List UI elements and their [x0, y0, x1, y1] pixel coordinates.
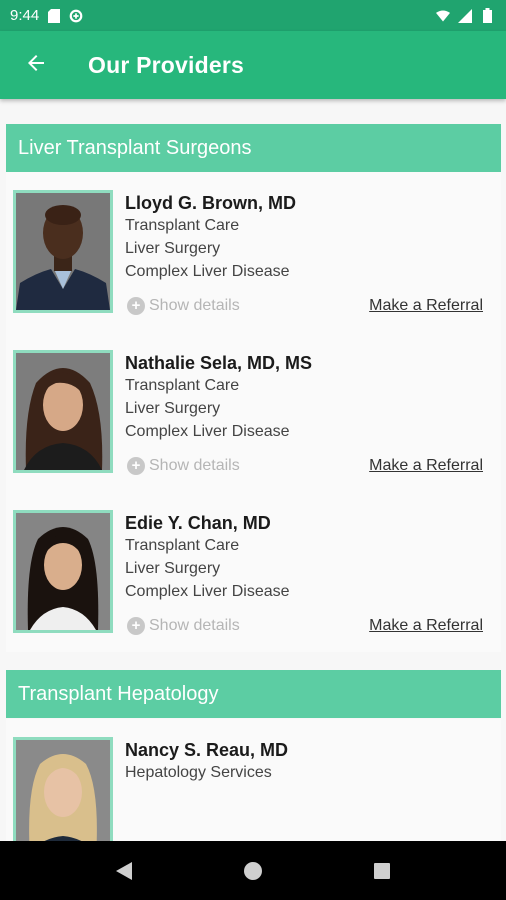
page-title: Our Providers	[88, 51, 244, 78]
sd-card-icon	[47, 8, 61, 23]
provider-card: Nathalie Sela, MD, MS Transplant Care Li…	[6, 332, 501, 492]
provider-card: Edie Y. Chan, MD Transplant Care Liver S…	[6, 492, 501, 652]
back-triangle-icon[interactable]	[112, 859, 136, 883]
plus-circle-icon: +	[127, 617, 145, 635]
provider-card: Nancy S. Reau, MD Hepatology Services	[6, 719, 501, 841]
app-bar: Our Providers	[0, 31, 506, 99]
provider-specialty: Liver Surgery	[125, 240, 221, 257]
plus-circle-icon: +	[127, 297, 145, 315]
battery-icon	[480, 8, 494, 23]
show-details-label: Show details	[149, 297, 240, 314]
provider-specialty: Complex Liver Disease	[125, 583, 290, 600]
provider-specialty: Hepatology Services	[125, 764, 272, 781]
provider-name: Lloyd G. Brown, MD	[125, 193, 296, 213]
signal-icon	[458, 8, 472, 23]
section-header-liver-transplant-surgeons: Liver Transplant Surgeons	[6, 124, 501, 172]
data-saver-icon	[69, 9, 83, 23]
provider-photo	[13, 510, 113, 633]
arrow-left-icon	[24, 51, 48, 80]
provider-name: Nancy S. Reau, MD	[125, 740, 289, 760]
back-button[interactable]	[22, 51, 50, 79]
show-details-button[interactable]: + Show details	[127, 617, 240, 635]
status-time: 9:44	[10, 7, 40, 24]
plus-circle-icon: +	[127, 457, 145, 475]
make-referral-link[interactable]: Make a Referral	[369, 457, 483, 475]
provider-specialty: Complex Liver Disease	[125, 263, 290, 280]
provider-specialty: Liver Surgery	[125, 560, 221, 577]
section-header-transplant-hepatology: Transplant Hepatology	[6, 670, 501, 718]
provider-photo	[13, 190, 113, 313]
provider-specialty: Complex Liver Disease	[125, 423, 290, 440]
make-referral-link[interactable]: Make a Referral	[369, 297, 483, 315]
provider-photo	[13, 350, 113, 473]
provider-specialty: Transplant Care	[125, 377, 240, 394]
status-bar: 9:44	[0, 0, 506, 31]
provider-specialty: Transplant Care	[125, 217, 240, 234]
provider-photo	[13, 737, 113, 841]
show-details-button[interactable]: + Show details	[127, 457, 240, 475]
show-details-button[interactable]: + Show details	[127, 297, 240, 315]
provider-card: Lloyd G. Brown, MD Transplant Care Liver…	[6, 172, 501, 332]
make-referral-link[interactable]: Make a Referral	[369, 617, 483, 635]
provider-specialty: Transplant Care	[125, 537, 240, 554]
wifi-icon	[436, 9, 450, 23]
home-circle-icon[interactable]	[241, 859, 265, 883]
show-details-label: Show details	[149, 617, 240, 634]
provider-specialty: Liver Surgery	[125, 400, 221, 417]
recents-square-icon[interactable]	[370, 859, 394, 883]
providers-list[interactable]: Liver Transplant Surgeons Lloyd G. Brown…	[0, 99, 506, 841]
system-nav-bar	[0, 841, 506, 900]
show-details-label: Show details	[149, 457, 240, 474]
provider-name: Edie Y. Chan, MD	[125, 513, 271, 533]
provider-name: Nathalie Sela, MD, MS	[125, 353, 313, 373]
